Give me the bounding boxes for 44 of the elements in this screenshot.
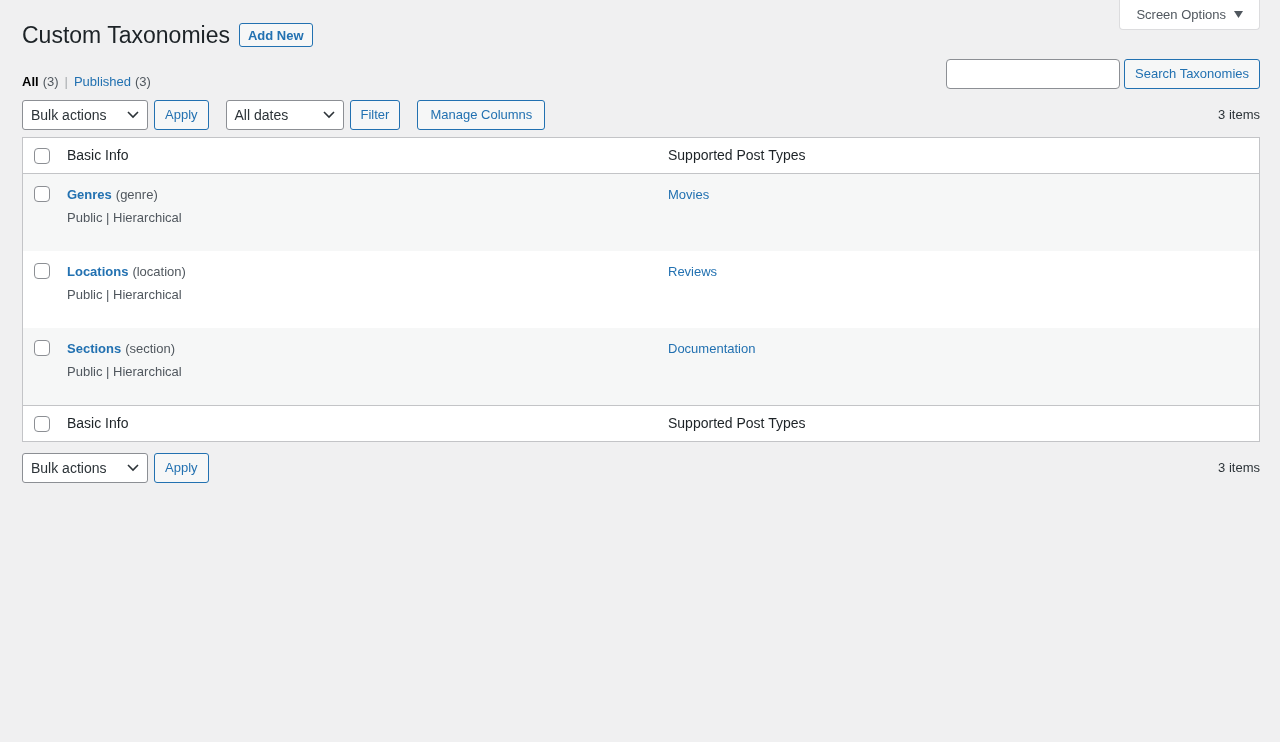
item-count: 3 items [1218, 459, 1260, 478]
view-count: (3) [42, 72, 59, 91]
taxonomy-slug: (genre) [115, 186, 158, 204]
chevron-down-icon [127, 464, 139, 472]
checkbox[interactable] [34, 186, 50, 202]
triangle-down-icon [1234, 11, 1243, 18]
add-new-button[interactable]: Add New [238, 23, 313, 48]
chevron-down-icon [127, 111, 139, 119]
column-header: Basic Info [67, 414, 129, 433]
taxonomy-meta: Public | Hierarchical [67, 285, 183, 304]
filter-button[interactable]: Filter [349, 100, 401, 130]
chevron-down-icon [322, 111, 335, 119]
bulk-actions-select[interactable]: Bulk actions [22, 100, 148, 130]
separator: | [64, 72, 68, 91]
apply-button[interactable]: Apply [154, 100, 209, 130]
checkbox[interactable] [34, 340, 50, 356]
item-count: 3 items [1218, 106, 1260, 125]
manage-columns-button[interactable]: Manage Columns [417, 100, 546, 130]
checkbox[interactable] [34, 147, 50, 164]
taxonomy-meta: Public | Hierarchical [67, 208, 182, 227]
column-header: Basic Info [67, 146, 129, 165]
view-link[interactable]: All [22, 71, 39, 91]
view-link[interactable]: Published [73, 71, 131, 91]
column-header: Supported Post Types [668, 414, 806, 433]
search-field[interactable] [946, 58, 1121, 89]
taxonomy-slug: (section) [125, 340, 176, 358]
page-title: Custom Taxonomies [22, 21, 230, 50]
view-count: (3) [135, 72, 151, 91]
post-type-link[interactable]: Movies [668, 185, 710, 205]
post-type-link[interactable]: Documentation [668, 339, 756, 359]
taxonomy-link[interactable]: Locations [67, 262, 129, 282]
taxonomy-link[interactable]: Sections [67, 339, 122, 359]
apply-button[interactable]: Apply [154, 453, 209, 483]
bulk-actions-select[interactable]: Bulk actions [22, 453, 148, 483]
post-type-link[interactable]: Reviews [668, 262, 718, 282]
taxonomy-link[interactable]: Genres [67, 185, 112, 205]
column-header: Supported Post Types [668, 146, 806, 165]
dates-select[interactable]: All dates [225, 100, 344, 130]
checkbox[interactable] [34, 263, 50, 279]
checkbox[interactable] [34, 415, 50, 432]
taxonomy-slug: (location) [132, 263, 186, 281]
search-button[interactable]: Search Taxonomies [1124, 58, 1260, 89]
taxonomy-meta: Public | Hierarchical [67, 362, 182, 381]
screen-options-tab[interactable]: Screen Options [1119, 0, 1260, 30]
